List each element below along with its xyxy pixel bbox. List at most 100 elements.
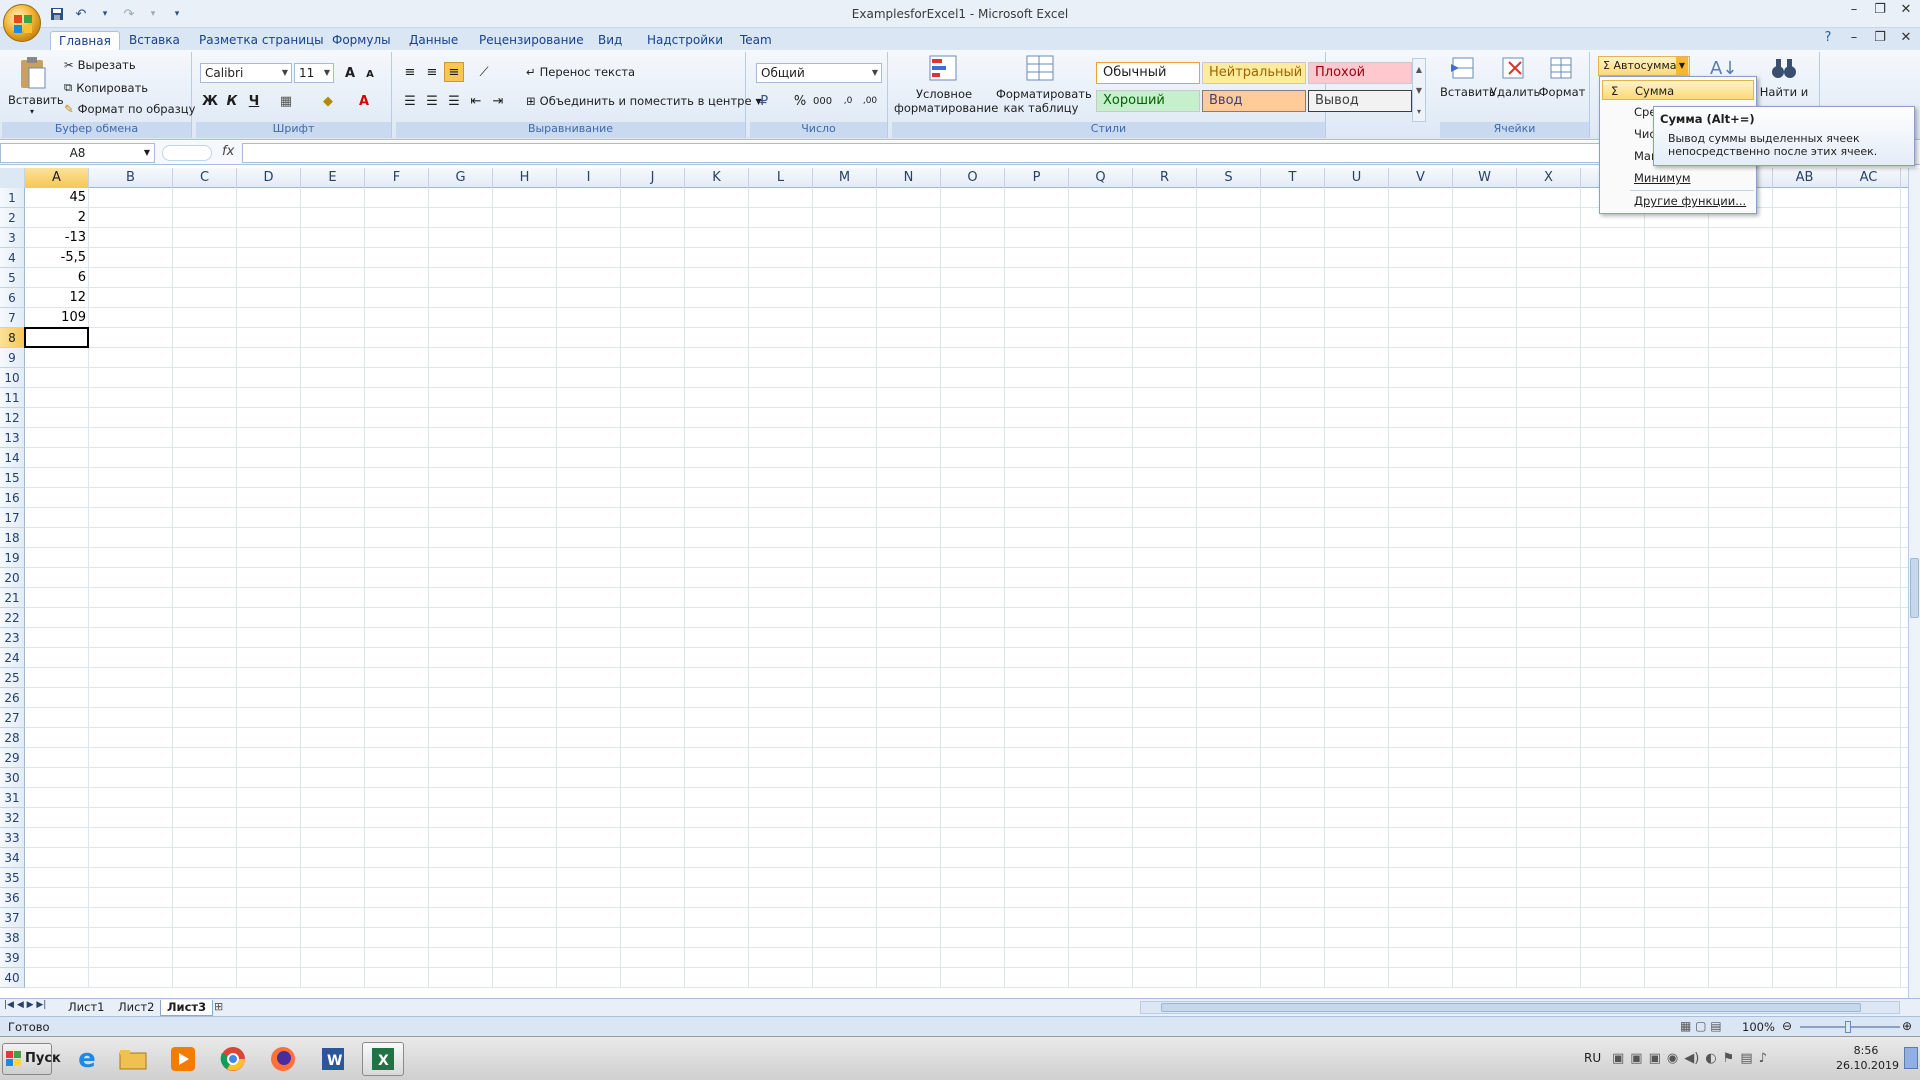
column-header-i[interactable]: I xyxy=(557,168,621,188)
speaker-icon[interactable]: ♪ xyxy=(1759,1051,1767,1066)
wb-close-icon[interactable]: ✕ xyxy=(1898,30,1914,46)
align-top-icon[interactable]: ≡ xyxy=(400,62,420,82)
language-indicator[interactable]: RU xyxy=(1584,1051,1601,1065)
tray-app-icon[interactable]: ▣ xyxy=(1630,1051,1642,1066)
row-header-15[interactable]: 15 xyxy=(0,468,25,488)
font-name-combo[interactable]: Calibri ▼ xyxy=(200,63,292,83)
name-box[interactable]: A8 ▼ xyxy=(0,143,155,163)
column-header-t[interactable]: T xyxy=(1261,168,1325,188)
tab-formulas[interactable]: Формулы xyxy=(324,31,399,50)
column-header-h[interactable]: H xyxy=(493,168,557,188)
cell-a3[interactable]: -13 xyxy=(25,228,89,248)
fill-color-icon[interactable]: ◆ xyxy=(318,91,338,111)
cell-a2[interactable]: 2 xyxy=(25,208,89,228)
start-button[interactable]: Пуск xyxy=(2,1043,61,1075)
view-mode-icons[interactable]: ▦ ▢ ▤ xyxy=(1680,1019,1722,1033)
thousands-button[interactable]: 000 xyxy=(812,91,832,111)
row-header-40[interactable]: 40 xyxy=(0,968,25,988)
column-header-k[interactable]: K xyxy=(685,168,749,188)
column-header-v[interactable]: V xyxy=(1389,168,1453,188)
bold-button[interactable]: Ж xyxy=(200,91,220,111)
chrome-app-icon[interactable] xyxy=(212,1042,254,1076)
menu-item-more-functions[interactable]: Другие функции... xyxy=(1602,191,1754,211)
tab-team[interactable]: Team xyxy=(732,31,780,50)
row-header-6[interactable]: 6 xyxy=(0,288,25,308)
zoom-in-icon[interactable]: ⊕ xyxy=(1902,1019,1912,1033)
column-header-b[interactable]: B xyxy=(89,168,173,188)
cut-button[interactable]: ✂ Вырезать xyxy=(64,58,136,72)
row-header-1[interactable]: 1 xyxy=(0,188,25,208)
row-header-22[interactable]: 22 xyxy=(0,608,25,628)
horizontal-scroll-thumb[interactable] xyxy=(1161,1003,1861,1012)
row-header-23[interactable]: 23 xyxy=(0,628,25,648)
column-header-d[interactable]: D xyxy=(237,168,301,188)
menu-item-min[interactable]: Минимум xyxy=(1602,168,1754,188)
increase-indent-icon[interactable]: ⇥ xyxy=(488,91,508,111)
sheet-tab-1[interactable]: Лист1 xyxy=(62,1000,110,1016)
number-format-combo[interactable]: Общий ▼ xyxy=(756,63,882,83)
tray-app-icon[interactable]: ▣ xyxy=(1649,1051,1661,1066)
column-header-m[interactable]: M xyxy=(813,168,877,188)
decrease-decimal-icon[interactable]: ,00 xyxy=(860,91,880,111)
column-header-o[interactable]: O xyxy=(941,168,1005,188)
row-header-36[interactable]: 36 xyxy=(0,888,25,908)
excel-app-icon[interactable]: X xyxy=(362,1042,404,1076)
row-header-16[interactable]: 16 xyxy=(0,488,25,508)
vertical-scroll-thumb[interactable] xyxy=(1910,558,1919,618)
row-header-31[interactable]: 31 xyxy=(0,788,25,808)
office-button[interactable] xyxy=(3,4,41,42)
new-sheet-icon[interactable]: ⊞ xyxy=(214,1000,223,1013)
cell-a7[interactable]: 109 xyxy=(25,308,89,328)
underline-button[interactable]: Ч xyxy=(244,91,264,111)
tray-app-icon[interactable]: ◐ xyxy=(1705,1051,1716,1066)
menu-item-sum[interactable]: Σ Сумма xyxy=(1602,80,1754,100)
align-left-icon[interactable]: ☰ xyxy=(400,91,420,111)
row-header-3[interactable]: 3 xyxy=(0,228,25,248)
wb-minimize-icon[interactable]: – xyxy=(1846,30,1862,46)
row-header-28[interactable]: 28 xyxy=(0,728,25,748)
style-normal[interactable]: Обычный xyxy=(1096,62,1200,84)
delete-cells-button[interactable]: Удалить xyxy=(1490,54,1540,99)
row-header-39[interactable]: 39 xyxy=(0,948,25,968)
tab-review[interactable]: Рецензирование xyxy=(471,31,592,50)
column-header-ab[interactable]: AB xyxy=(1773,168,1837,188)
media-player-app-icon[interactable] xyxy=(162,1042,204,1076)
column-header-n[interactable]: N xyxy=(877,168,941,188)
insert-function-icon[interactable]: fx xyxy=(222,144,234,159)
close-icon[interactable]: ✕ xyxy=(1898,2,1914,18)
merge-center-button[interactable]: ⊞ Объединить и поместить в центре ▼ xyxy=(526,94,762,108)
clock[interactable]: 8:56 26.10.2019 xyxy=(1836,1043,1899,1073)
font-size-combo[interactable]: 11 ▼ xyxy=(294,63,334,83)
row-header-25[interactable]: 25 xyxy=(0,668,25,688)
column-header-a[interactable]: A xyxy=(25,168,89,188)
align-center-icon[interactable]: ☰ xyxy=(422,91,442,111)
tray-app-icon[interactable]: ◉ xyxy=(1667,1051,1678,1066)
paste-button[interactable]: Вставить ▾ xyxy=(8,56,64,118)
align-middle-icon[interactable]: ≡ xyxy=(422,62,442,82)
styles-scroll[interactable]: ▲ ▼ ▾ xyxy=(1412,58,1426,122)
minimize-icon[interactable]: – xyxy=(1846,2,1862,18)
row-header-14[interactable]: 14 xyxy=(0,448,25,468)
row-header-27[interactable]: 27 xyxy=(0,708,25,728)
row-header-7[interactable]: 7 xyxy=(0,308,25,328)
copy-button[interactable]: ⧉ Копировать xyxy=(64,80,148,95)
active-cell[interactable] xyxy=(24,327,89,348)
row-header-21[interactable]: 21 xyxy=(0,588,25,608)
italic-button[interactable]: К xyxy=(222,91,242,111)
currency-icon[interactable]: ₽ xyxy=(754,91,774,111)
flag-icon[interactable]: ⚑ xyxy=(1723,1051,1735,1066)
sheet-tab-2[interactable]: Лист2 xyxy=(112,1000,160,1016)
horizontal-scrollbar[interactable] xyxy=(1140,1001,1900,1014)
column-header-x[interactable]: X xyxy=(1517,168,1581,188)
font-color-icon[interactable]: A xyxy=(354,91,374,111)
orientation-icon[interactable]: ⟋ xyxy=(474,62,494,82)
zoom-level[interactable]: 100% xyxy=(1742,1020,1775,1034)
column-header-c[interactable]: C xyxy=(173,168,237,188)
insert-cells-button[interactable]: Вставить xyxy=(1440,54,1496,99)
zoom-out-icon[interactable]: ⊖ xyxy=(1782,1019,1792,1033)
tab-view[interactable]: Вид xyxy=(590,31,630,50)
wrap-text-button[interactable]: ↵ Перенос текста xyxy=(526,65,635,79)
row-header-19[interactable]: 19 xyxy=(0,548,25,568)
format-painter-button[interactable]: ✎ Формат по образцу xyxy=(64,102,195,116)
column-header-e[interactable]: E xyxy=(301,168,365,188)
